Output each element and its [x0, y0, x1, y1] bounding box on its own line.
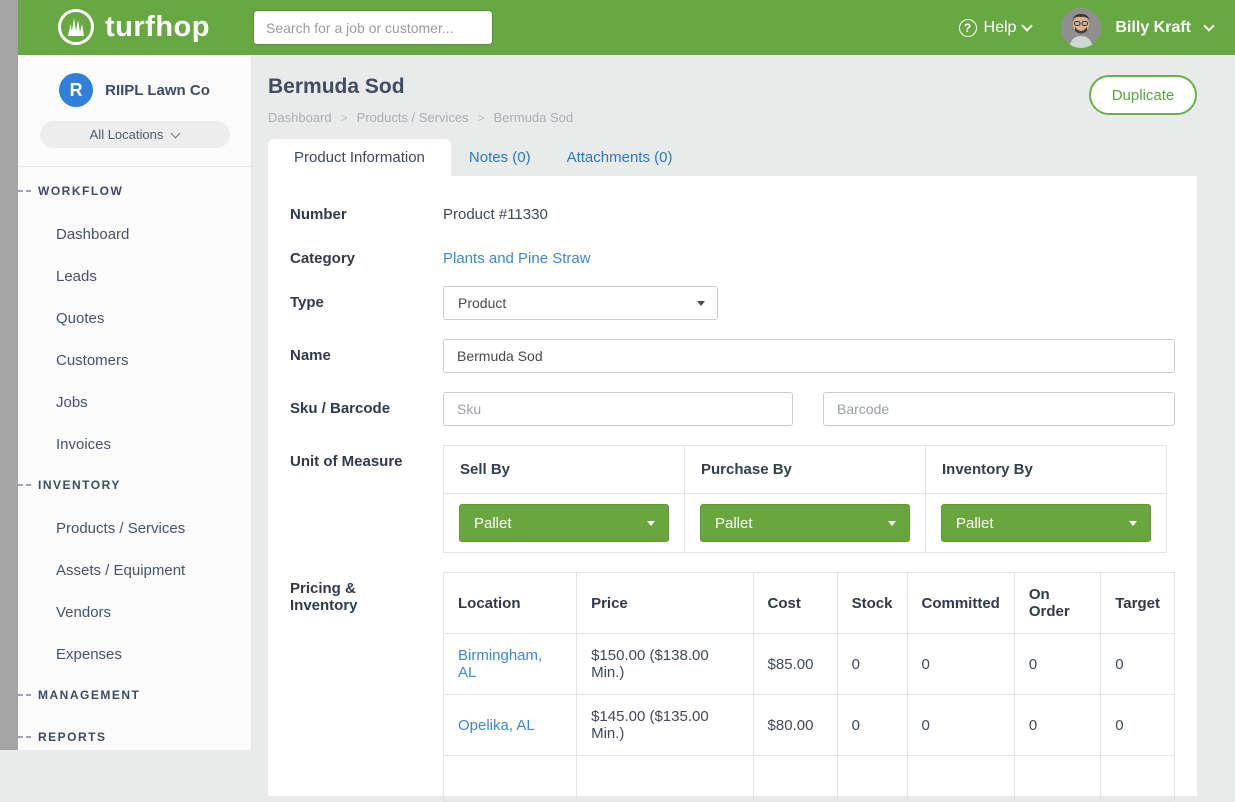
help-icon: ?: [959, 19, 977, 37]
unit-of-measure-table: Sell By Purchase By Inventory By Pallet …: [443, 445, 1167, 553]
number-label: Number: [290, 198, 443, 223]
sidebar-item-products-services[interactable]: Products / Services: [38, 520, 251, 536]
brand-logo[interactable]: turfhop: [56, 7, 210, 47]
company-row: R RIIPL Lawn Co: [18, 55, 251, 107]
sidebar-item-dashboard[interactable]: Dashboard: [38, 226, 251, 242]
location-link-birmingham[interactable]: Birmingham, AL: [444, 634, 577, 695]
company-name: RIIPL Lawn Co: [105, 82, 210, 99]
chevron-down-icon: [171, 128, 181, 138]
breadcrumb: Dashboard > Products / Services > Bermud…: [268, 110, 1235, 125]
nav-section-management[interactable]: MANAGEMENT: [38, 688, 251, 704]
uom-header-sell-by: Sell By: [444, 446, 685, 494]
chevron-down-icon[interactable]: [1203, 20, 1214, 31]
help-menu[interactable]: ? Help: [959, 19, 1032, 37]
tab-bar: Product Information Notes (0) Attachment…: [268, 139, 1235, 176]
nav-section-workflow: WORKFLOW: [38, 184, 251, 200]
number-row: Number Product #11330: [290, 198, 1175, 223]
user-avatar[interactable]: [1061, 8, 1101, 48]
name-row: Name: [290, 339, 1175, 373]
caret-down-icon: [1129, 521, 1137, 526]
caret-down-icon: [647, 521, 655, 526]
sidebar-item-invoices[interactable]: Invoices: [38, 436, 251, 452]
breadcrumb-separator: >: [478, 111, 485, 125]
pricing-inventory-label: Pricing & Inventory: [290, 572, 443, 802]
sidebar-item-quotes[interactable]: Quotes: [38, 310, 251, 326]
number-value: Product #11330: [443, 198, 548, 223]
dashed-line-icon: [18, 484, 31, 486]
sidebar-item-leads[interactable]: Leads: [38, 268, 251, 284]
pricing-table-header: Location Price Cost Stock Committed On O…: [444, 573, 1175, 634]
type-label: Type: [290, 286, 443, 320]
sidebar-nav: WORKFLOW Dashboard Leads Quotes Customer…: [18, 167, 251, 746]
tab-notes[interactable]: Notes (0): [451, 139, 549, 176]
sku-input[interactable]: [443, 392, 793, 426]
breadcrumb-products-services[interactable]: Products / Services: [357, 110, 469, 125]
location-link-opelika[interactable]: Opelika, AL: [444, 695, 577, 756]
pricing-inventory-row: Pricing & Inventory Location Price Cost …: [290, 572, 1175, 802]
chevron-down-icon: [1022, 20, 1033, 31]
brand-wordmark: turfhop: [105, 11, 210, 44]
sidebar: R RIIPL Lawn Co All Locations WORKFLOW D…: [18, 55, 252, 750]
uom-header-inventory-by: Inventory By: [926, 446, 1167, 494]
sell-by-dropdown[interactable]: Pallet: [459, 504, 669, 542]
duplicate-button[interactable]: Duplicate: [1089, 75, 1197, 115]
sku-barcode-row: Sku / Barcode: [290, 392, 1175, 426]
dashed-line-icon: [18, 736, 31, 738]
name-label: Name: [290, 339, 443, 373]
turfhop-grass-icon: [56, 7, 96, 47]
breadcrumb-separator: >: [341, 111, 348, 125]
global-search-input[interactable]: [253, 10, 493, 45]
type-select-value: Product: [458, 295, 506, 311]
uom-header-purchase-by: Purchase By: [685, 446, 926, 494]
caret-down-icon: [697, 301, 705, 306]
category-link[interactable]: Plants and Pine Straw: [443, 242, 591, 267]
nav-section-inventory: INVENTORY: [38, 478, 251, 494]
page-header: Bermuda Sod Dashboard > Products / Servi…: [252, 55, 1235, 125]
type-row: Type Product: [290, 286, 1175, 320]
sidebar-item-expenses[interactable]: Expenses: [38, 646, 251, 662]
dashed-line-icon: [18, 694, 31, 696]
unit-of-measure-label: Unit of Measure: [290, 445, 443, 553]
location-filter-label: All Locations: [90, 127, 164, 142]
table-row: Birmingham, AL $150.00 ($138.00 Min.) $8…: [444, 634, 1175, 695]
dashed-line-icon: [18, 190, 31, 192]
nav-section-reports[interactable]: REPORTS: [38, 730, 251, 746]
location-filter-dropdown[interactable]: All Locations: [40, 121, 230, 148]
name-input[interactable]: [443, 339, 1175, 373]
pricing-inventory-table: Location Price Cost Stock Committed On O…: [443, 572, 1175, 802]
sidebar-item-assets-equipment[interactable]: Assets / Equipment: [38, 562, 251, 578]
product-information-panel: Number Product #11330 Category Plants an…: [268, 176, 1197, 796]
category-label: Category: [290, 242, 443, 267]
user-name[interactable]: Billy Kraft: [1115, 19, 1191, 37]
sku-barcode-label: Sku / Barcode: [290, 392, 443, 426]
left-edge-strip: [0, 0, 18, 750]
table-row: Opelika, AL $145.00 ($135.00 Min.) $80.0…: [444, 695, 1175, 756]
tab-product-information[interactable]: Product Information: [268, 139, 451, 176]
purchase-by-dropdown[interactable]: Pallet: [700, 504, 910, 542]
breadcrumb-current: Bermuda Sod: [494, 110, 574, 125]
unit-of-measure-row: Unit of Measure Sell By Purchase By Inve…: [290, 445, 1175, 553]
caret-down-icon: [888, 521, 896, 526]
sidebar-item-vendors[interactable]: Vendors: [38, 604, 251, 620]
category-row: Category Plants and Pine Straw: [290, 242, 1175, 267]
sidebar-item-jobs[interactable]: Jobs: [38, 394, 251, 410]
top-navbar: turfhop ? Help Billy Kraft: [18, 0, 1235, 55]
breadcrumb-dashboard[interactable]: Dashboard: [268, 110, 332, 125]
barcode-input[interactable]: [823, 392, 1175, 426]
table-row-clipped: [444, 756, 1175, 802]
type-select[interactable]: Product: [443, 286, 718, 320]
sidebar-item-customers[interactable]: Customers: [38, 352, 251, 368]
tab-attachments[interactable]: Attachments (0): [549, 139, 691, 176]
inventory-by-dropdown[interactable]: Pallet: [941, 504, 1151, 542]
company-logo: R: [59, 73, 93, 107]
main-content: Bermuda Sod Dashboard > Products / Servi…: [252, 55, 1235, 750]
